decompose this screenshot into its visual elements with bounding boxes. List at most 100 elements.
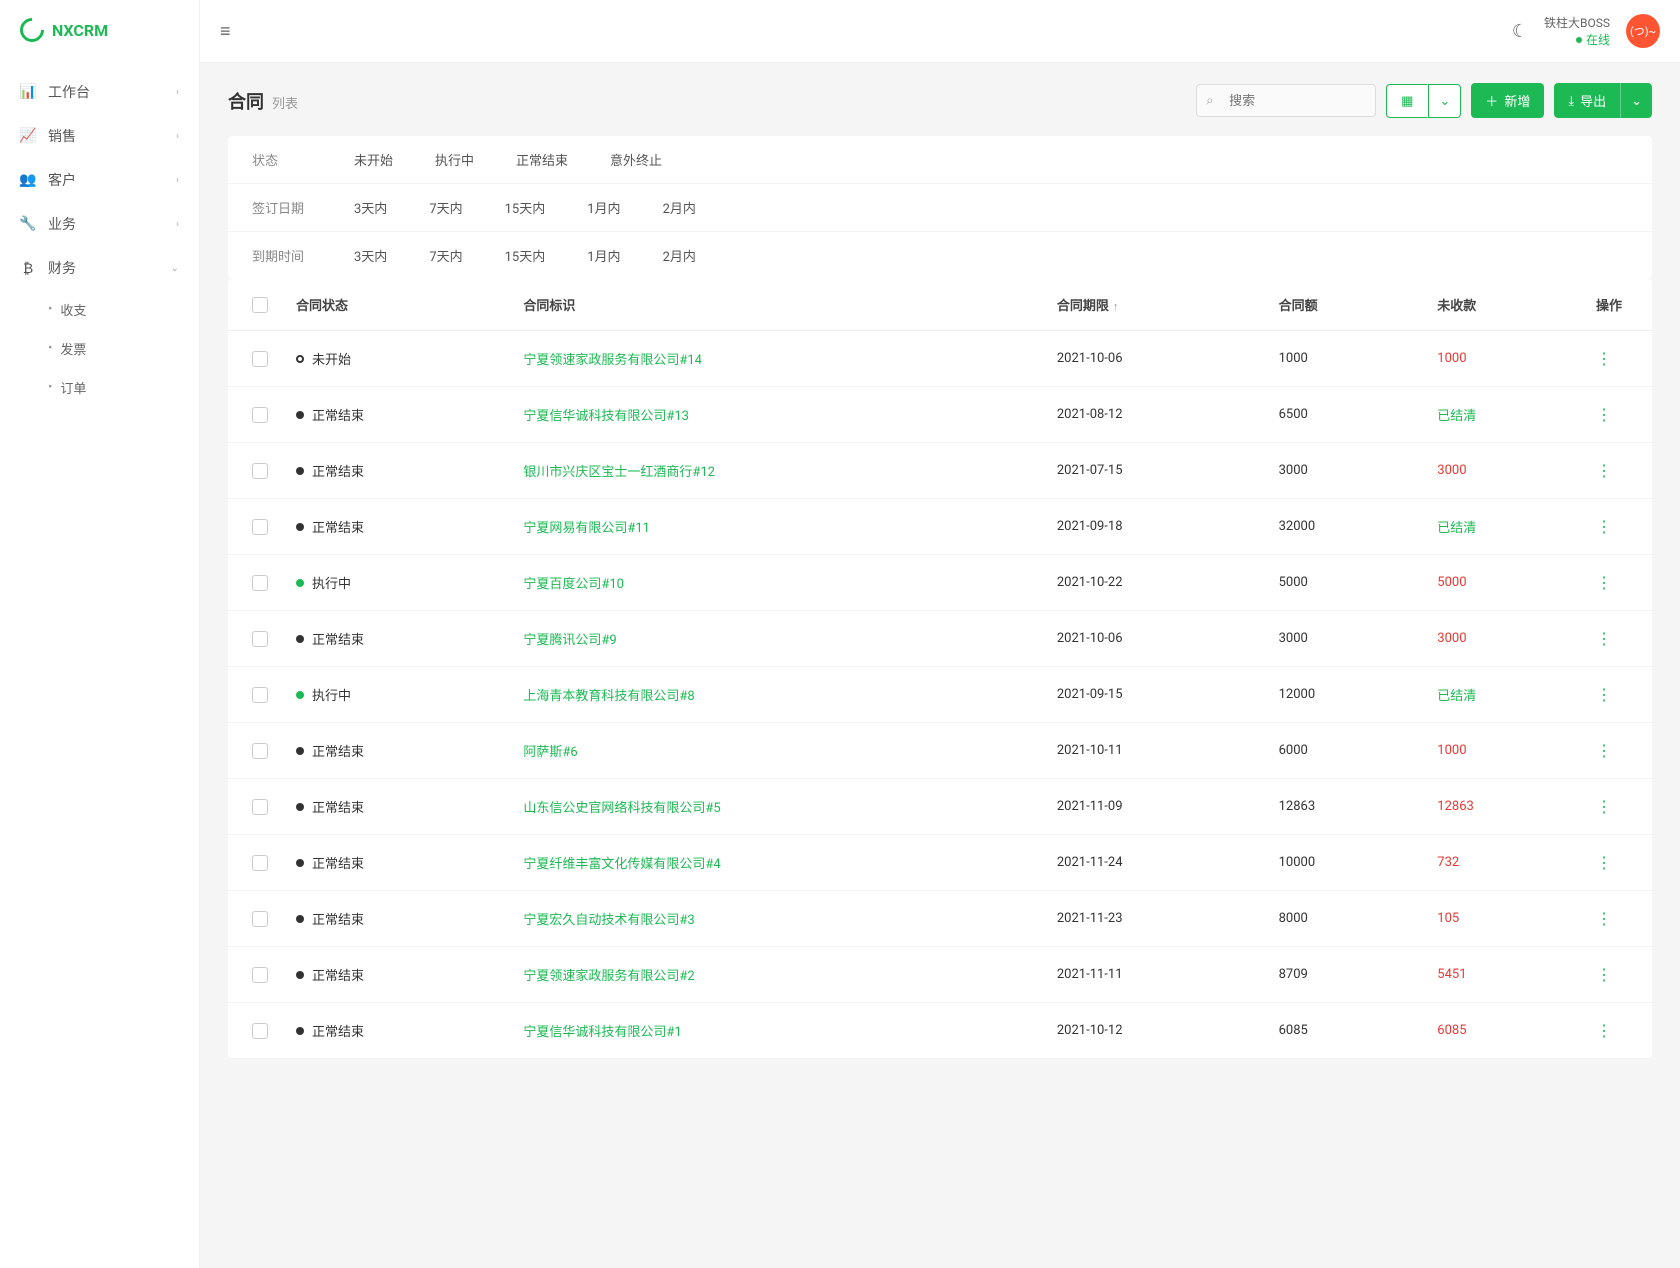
filter-option-sign_date-1[interactable]: 7天内	[429, 198, 462, 217]
filter-option-sign_date-4[interactable]: 2月内	[663, 198, 696, 217]
deadline-cell: 2021-07-15	[1043, 443, 1265, 499]
row-actions-button[interactable]: ⋮	[1596, 517, 1612, 536]
filter-row-expire: 到期时间3天内7天内15天内1月内2月内	[228, 232, 1652, 279]
sub-nav-item-0[interactable]: 收支	[48, 290, 199, 329]
view-dropdown-button[interactable]: ⌄	[1428, 84, 1461, 118]
sidebar-item-4[interactable]: ₿财务⌄	[0, 246, 199, 290]
filter-option-sign_date-0[interactable]: 3天内	[354, 198, 387, 217]
table-row: 正常结束 宁夏信华诚科技有限公司#13 2021-08-12 6500 已结清 …	[228, 387, 1652, 443]
row-actions-button[interactable]: ⋮	[1596, 853, 1612, 872]
th-unpaid[interactable]: 未收款	[1423, 279, 1582, 331]
filter-option-expire-3[interactable]: 1月内	[587, 246, 620, 265]
row-checkbox[interactable]	[252, 631, 268, 647]
table-row: 未开始 宁夏领速家政服务有限公司#14 2021-10-06 1000 1000…	[228, 331, 1652, 387]
row-checkbox[interactable]	[252, 799, 268, 815]
filter-option-status-0[interactable]: 未开始	[354, 150, 393, 169]
filter-option-expire-0[interactable]: 3天内	[354, 246, 387, 265]
content: 合同 列表 ⌕ ▦ ⌄ ＋ 新增	[200, 63, 1680, 1079]
status-text: 正常结束	[312, 909, 364, 928]
filter-option-sign_date-3[interactable]: 1月内	[587, 198, 620, 217]
row-checkbox[interactable]	[252, 407, 268, 423]
row-actions-button[interactable]: ⋮	[1596, 741, 1612, 760]
row-checkbox[interactable]	[252, 687, 268, 703]
row-checkbox[interactable]	[252, 743, 268, 759]
contract-link[interactable]: 银川市兴庆区宝士一红酒商行#12	[523, 465, 715, 480]
avatar[interactable]: (つ)~	[1626, 14, 1660, 48]
row-checkbox[interactable]	[252, 519, 268, 535]
contract-link[interactable]: 阿萨斯#6	[523, 745, 577, 760]
status-cell: 正常结束	[296, 965, 495, 984]
row-checkbox[interactable]	[252, 911, 268, 927]
row-checkbox[interactable]	[252, 351, 268, 367]
filter-option-status-3[interactable]: 意外终止	[610, 150, 662, 169]
row-actions-button[interactable]: ⋮	[1596, 909, 1612, 928]
row-checkbox[interactable]	[252, 1023, 268, 1039]
user-info[interactable]: 铁柱大BOSS 在线	[1544, 14, 1610, 48]
view-grid-button[interactable]: ▦	[1386, 84, 1428, 118]
filter-option-expire-1[interactable]: 7天内	[429, 246, 462, 265]
deadline-cell: 2021-10-12	[1043, 1003, 1265, 1059]
filter-option-status-2[interactable]: 正常结束	[516, 150, 568, 169]
chevron-right-icon: ›	[176, 131, 179, 142]
row-checkbox[interactable]	[252, 967, 268, 983]
sidebar: NXCRM 📊工作台›📈销售›👥客户›🔧业务›₿财务⌄收支发票订单	[0, 0, 200, 1268]
sidebar-item-2[interactable]: 👥客户›	[0, 158, 199, 202]
sort-asc-icon: ↑	[1113, 300, 1119, 313]
deadline-cell: 2021-09-15	[1043, 667, 1265, 723]
th-deadline[interactable]: 合同期限↑	[1043, 279, 1265, 331]
export-button[interactable]: ⤓ 导出	[1554, 83, 1621, 118]
contract-link[interactable]: 宁夏信华诚科技有限公司#13	[523, 409, 689, 424]
contract-link[interactable]: 宁夏网易有限公司#11	[523, 521, 650, 536]
contract-link[interactable]: 宁夏腾讯公司#9	[523, 633, 616, 648]
contract-link[interactable]: 宁夏领速家政服务有限公司#14	[523, 353, 702, 368]
contract-link[interactable]: 宁夏信华诚科技有限公司#1	[523, 1025, 681, 1040]
filter-option-expire-2[interactable]: 15天内	[505, 246, 546, 265]
brand-logo[interactable]: NXCRM	[0, 0, 199, 60]
contract-link[interactable]: 宁夏领速家政服务有限公司#2	[523, 969, 694, 984]
th-identifier[interactable]: 合同标识	[509, 279, 1043, 331]
search-input[interactable]	[1196, 84, 1376, 117]
row-actions-button[interactable]: ⋮	[1596, 349, 1612, 368]
row-actions-button[interactable]: ⋮	[1596, 573, 1612, 592]
th-amount[interactable]: 合同额	[1265, 279, 1424, 331]
row-actions-button[interactable]: ⋮	[1596, 1021, 1612, 1040]
status-dot-icon	[296, 747, 304, 755]
amount-cell: 32000	[1265, 499, 1424, 555]
sub-nav-item-2[interactable]: 订单	[48, 368, 199, 407]
export-dropdown-button[interactable]: ⌄	[1621, 83, 1652, 118]
contract-link[interactable]: 上海青本教育科技有限公司#8	[523, 689, 694, 704]
filter-option-sign_date-2[interactable]: 15天内	[505, 198, 546, 217]
row-actions-button[interactable]: ⋮	[1596, 797, 1612, 816]
row-checkbox[interactable]	[252, 463, 268, 479]
row-actions-button[interactable]: ⋮	[1596, 461, 1612, 480]
row-checkbox[interactable]	[252, 575, 268, 591]
status-dot-icon	[296, 355, 304, 363]
filter-option-expire-4[interactable]: 2月内	[663, 246, 696, 265]
contract-link[interactable]: 宁夏宏久自动技术有限公司#3	[523, 913, 694, 928]
filter-option-status-1[interactable]: 执行中	[435, 150, 474, 169]
sidebar-item-3[interactable]: 🔧业务›	[0, 202, 199, 246]
nav-icon: ₿	[20, 260, 36, 276]
sidebar-item-1[interactable]: 📈销售›	[0, 114, 199, 158]
theme-toggle-icon[interactable]: ☾	[1512, 21, 1528, 42]
sub-nav-item-1[interactable]: 发票	[48, 329, 199, 368]
contract-link[interactable]: 宁夏百度公司#10	[523, 577, 624, 592]
amount-cell: 6000	[1265, 723, 1424, 779]
contract-link[interactable]: 山东信公史官网络科技有限公司#5	[523, 801, 720, 816]
sidebar-item-0[interactable]: 📊工作台›	[0, 70, 199, 114]
contract-link[interactable]: 宁夏纤维丰富文化传媒有限公司#4	[523, 857, 720, 872]
row-actions-button[interactable]: ⋮	[1596, 405, 1612, 424]
row-checkbox[interactable]	[252, 855, 268, 871]
th-status[interactable]: 合同状态	[282, 279, 509, 331]
table-row: 正常结束 宁夏宏久自动技术有限公司#3 2021-11-23 8000 105 …	[228, 891, 1652, 947]
select-all-checkbox[interactable]	[252, 297, 268, 313]
row-actions-button[interactable]: ⋮	[1596, 629, 1612, 648]
table-row: 正常结束 宁夏信华诚科技有限公司#1 2021-10-12 6085 6085 …	[228, 1003, 1652, 1059]
hamburger-icon[interactable]: ≡	[220, 21, 231, 42]
add-button[interactable]: ＋ 新增	[1471, 83, 1544, 118]
row-actions-button[interactable]: ⋮	[1596, 965, 1612, 984]
status-dot-icon	[296, 915, 304, 923]
unpaid-cell: 3000	[1437, 463, 1466, 478]
status-dot-icon	[296, 859, 304, 867]
row-actions-button[interactable]: ⋮	[1596, 685, 1612, 704]
